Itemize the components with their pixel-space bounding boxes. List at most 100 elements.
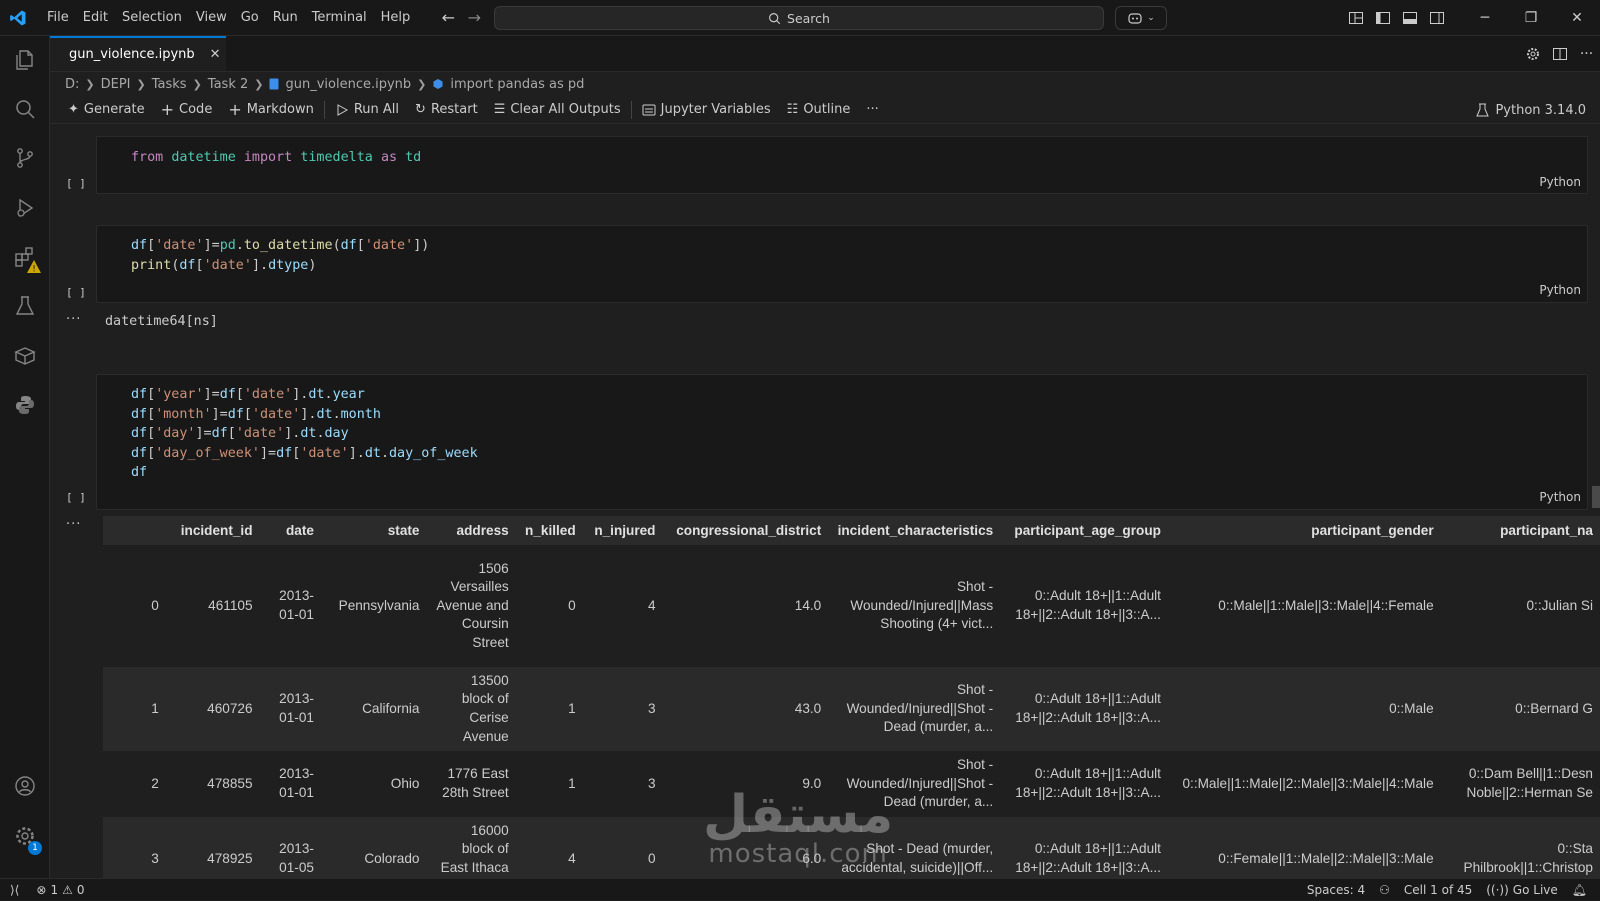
- cell-3-language[interactable]: Python: [1539, 490, 1581, 504]
- remote-status-icon[interactable]: ⟩⟨: [0, 883, 29, 897]
- source-control-icon[interactable]: [0, 134, 50, 182]
- cell-characteristics: Shot - Dead (murder, accidental, suicide…: [829, 817, 1002, 878]
- clear-outputs-button[interactable]: ☰ Clear All Outputs: [486, 102, 629, 117]
- manage-gear-icon[interactable]: 1: [0, 812, 50, 860]
- cell-symbol-icon: [433, 79, 443, 89]
- cell-2-code[interactable]: df['date']=pd.to_datetime(df['date']) pr…: [131, 236, 429, 275]
- generate-button[interactable]: ✦ Generate: [60, 102, 153, 117]
- arrow-right-icon[interactable]: →: [461, 0, 487, 36]
- restart-label: Restart: [430, 102, 478, 117]
- jupyter-variables-label: Jupyter Variables: [660, 102, 771, 117]
- cell-district: 6.0: [663, 817, 830, 878]
- search-icon[interactable]: [0, 85, 50, 133]
- cell-2-language[interactable]: Python: [1539, 283, 1581, 297]
- code-cell-1[interactable]: from datetime import timedelta as td Pyt…: [96, 136, 1588, 194]
- cell-n-killed: 0: [516, 545, 584, 667]
- breadcrumb-task2[interactable]: Task 2: [208, 77, 248, 92]
- cell-age-group: 0::Adult 18+||1::Adult 18+||2::Adult 18+…: [1001, 545, 1169, 667]
- menu-terminal[interactable]: Terminal: [305, 0, 374, 36]
- gear-icon[interactable]: [1519, 36, 1546, 72]
- more-toolbar-button[interactable]: ···: [858, 102, 886, 117]
- code-cell-2[interactable]: df['date']=pd.to_datetime(df['date']) pr…: [96, 225, 1588, 303]
- cell-n-injured: 3: [583, 667, 664, 751]
- run-debug-icon[interactable]: [0, 184, 50, 232]
- remote-explorer-icon[interactable]: [0, 332, 50, 380]
- plus-icon: +: [228, 100, 242, 119]
- cell-address: 1506 Versailles Avenue and Coursin Stree…: [427, 545, 517, 667]
- editor-scrollbar[interactable]: [1592, 486, 1600, 508]
- toggle-secondary-sidebar-icon[interactable]: [1423, 0, 1450, 36]
- row-index: 2: [103, 751, 167, 817]
- restart-button[interactable]: ↻ Restart: [407, 102, 486, 117]
- breadcrumb-file[interactable]: gun_violence.ipynb: [285, 77, 411, 92]
- jupyter-variables-button[interactable]: Jupyter Variables: [634, 102, 779, 117]
- cell-1-code[interactable]: from datetime import timedelta as td: [131, 148, 421, 168]
- cell-n-killed: 4: [516, 817, 584, 878]
- search-bar[interactable]: Search: [494, 6, 1104, 30]
- add-markdown-button[interactable]: + Markdown: [220, 100, 322, 119]
- go-live-button[interactable]: ((·)) Go Live: [1479, 883, 1565, 897]
- cell-position-status[interactable]: Cell 1 of 45: [1397, 883, 1479, 897]
- copilot-status-icon[interactable]: ⚇: [1372, 883, 1397, 897]
- chevron-right-icon: ❯: [192, 77, 202, 91]
- minimize-button[interactable]: ─: [1462, 0, 1508, 36]
- menu-file[interactable]: File: [40, 0, 76, 36]
- menu-help[interactable]: Help: [374, 0, 418, 36]
- cell-gender: 0::Female||1::Male||2::Male||3::Male: [1168, 817, 1442, 878]
- breadcrumb-tasks[interactable]: Tasks: [152, 77, 187, 92]
- cell-n-killed: 1: [516, 751, 584, 817]
- copilot-button[interactable]: ⌄: [1115, 6, 1167, 30]
- clear-outputs-label: Clear All Outputs: [510, 102, 621, 117]
- indentation-status[interactable]: Spaces: 4: [1300, 883, 1372, 897]
- kernel-picker[interactable]: Python 3.14.0: [1476, 96, 1586, 124]
- col-congressional-district: congressional_district: [663, 516, 830, 545]
- toggle-panel-icon[interactable]: [1396, 0, 1423, 36]
- tab-label: gun_violence.ipynb: [69, 47, 195, 62]
- bell-icon[interactable]: 🔔︎: [1565, 883, 1594, 897]
- menu-run[interactable]: Run: [266, 0, 305, 36]
- arrow-left-icon[interactable]: ←: [435, 0, 461, 36]
- chevron-right-icon: ❯: [136, 77, 146, 91]
- col-incident-characteristics: incident_characteristics: [829, 516, 1002, 545]
- customize-layout-icon[interactable]: [1342, 0, 1369, 36]
- testing-icon[interactable]: [0, 282, 50, 330]
- close-window-button[interactable]: ✕: [1554, 0, 1600, 36]
- explorer-icon[interactable]: [0, 36, 50, 84]
- col-n-killed: n_killed: [516, 516, 584, 545]
- python-icon[interactable]: [0, 381, 50, 429]
- cell-3-code[interactable]: df['year']=df['date'].dt.year df['month'…: [131, 385, 478, 483]
- activity-bar: ! 1: [0, 36, 50, 878]
- menu-go[interactable]: Go: [234, 0, 266, 36]
- cell-2-output: datetime64[ns]: [105, 314, 218, 329]
- split-editor-icon[interactable]: [1546, 36, 1573, 72]
- restore-button[interactable]: ❐: [1508, 0, 1554, 36]
- breadcrumb-drive[interactable]: D:: [65, 77, 79, 92]
- cell-gender: 0::Male||1::Male||2::Male||3::Male||4::M…: [1168, 751, 1442, 817]
- problems-indicator[interactable]: ⊗ 1 ⚠ 0: [29, 883, 91, 897]
- outline-button[interactable]: ☷ Outline: [779, 102, 859, 117]
- run-all-button[interactable]: Run All: [327, 102, 407, 117]
- menu-selection[interactable]: Selection: [115, 0, 189, 36]
- code-cell-3[interactable]: df['year']=df['date'].dt.year df['month'…: [96, 374, 1588, 510]
- breadcrumb-depi[interactable]: DEPI: [101, 77, 131, 92]
- menu-edit[interactable]: Edit: [76, 0, 115, 36]
- toggle-sidebar-icon[interactable]: [1369, 0, 1396, 36]
- svg-text:!: !: [32, 265, 36, 275]
- account-icon[interactable]: [0, 762, 50, 810]
- extensions-icon[interactable]: !: [0, 233, 50, 281]
- add-code-button[interactable]: + Code: [153, 100, 221, 119]
- col-incident-id: incident_id: [166, 516, 261, 545]
- variables-icon: [642, 104, 656, 115]
- menu-view[interactable]: View: [189, 0, 234, 36]
- more-actions-icon[interactable]: ···: [1573, 36, 1600, 72]
- row-index: 1: [103, 667, 167, 751]
- code-label: Code: [179, 102, 213, 117]
- cell-1-language[interactable]: Python: [1539, 175, 1581, 189]
- tab-gun-violence[interactable]: gun_violence.ipynb ✕: [50, 36, 226, 71]
- breadcrumb-cell[interactable]: import pandas as pd: [450, 77, 584, 92]
- output-more-icon[interactable]: ···: [66, 312, 81, 327]
- error-count: 1: [50, 882, 59, 897]
- close-icon[interactable]: ✕: [210, 47, 221, 62]
- cell-incident-id: 478855: [166, 751, 261, 817]
- output-more-icon[interactable]: ···: [66, 517, 81, 532]
